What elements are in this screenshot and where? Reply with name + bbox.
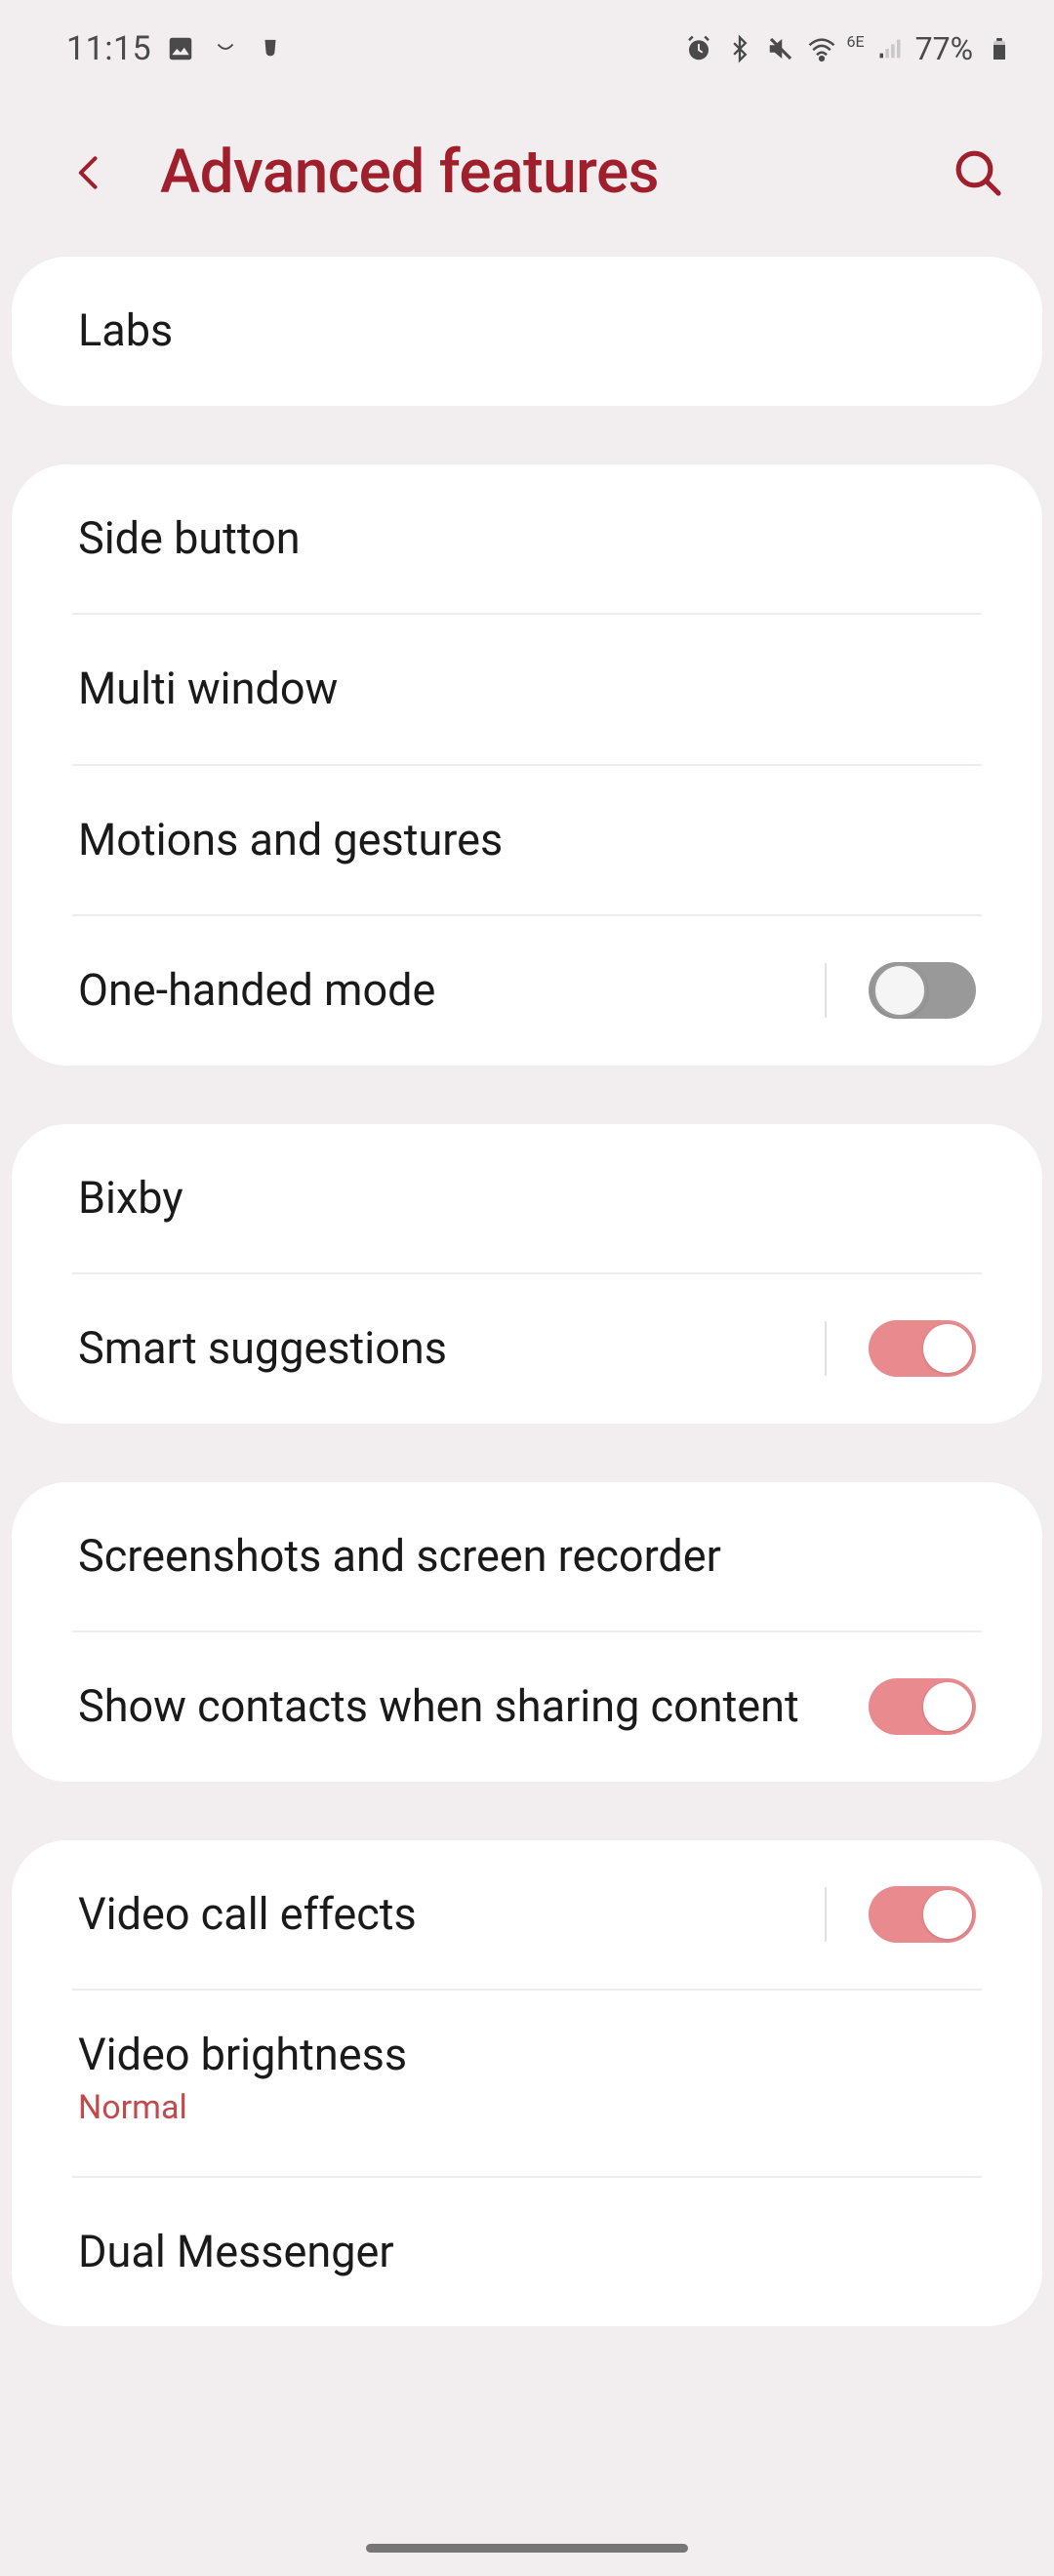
item-bixby[interactable]: Bixby [12,1124,1042,1273]
item-motions-gestures[interactable]: Motions and gestures [12,766,1042,915]
toggle-knob [923,1324,972,1373]
wifi-band-label: 6E [847,32,865,51]
item-label: Labs [78,302,173,360]
toggle-knob [923,1682,972,1731]
wifi-icon [806,33,837,64]
item-label: Screenshots and screen recorder [78,1528,721,1586]
mute-icon [765,33,796,64]
settings-group: Bixby Smart suggestions [12,1124,1042,1424]
item-video-call-effects[interactable]: Video call effects [12,1840,1042,1990]
glass-icon [255,33,286,64]
page-title: Advanced features [160,137,912,208]
item-one-handed-mode[interactable]: One-handed mode [12,916,1042,1066]
settings-group: Labs [12,257,1042,406]
settings-group: Screenshots and screen recorder Show con… [12,1482,1042,1782]
status-bar: 11:15 6E 77% [0,0,1054,98]
header: Advanced features [0,98,1054,257]
toggle-smart-suggestions[interactable] [869,1320,976,1377]
item-label: Motions and gestures [78,812,503,869]
item-label: Multi window [78,661,338,718]
item-side-button[interactable]: Side button [12,464,1042,614]
item-text: Video brightness Normal [78,2027,976,2127]
item-label: Video brightness [78,2027,947,2084]
toggle-container [869,1678,976,1735]
toggle-video-call-effects[interactable] [869,1886,976,1943]
settings-group: Side button Multi window Motions and ges… [12,464,1042,1066]
status-time: 11:15 [66,29,151,68]
item-label: Bixby [78,1170,183,1228]
item-show-contacts[interactable]: Show contacts when sharing content [12,1632,1042,1782]
item-text: Show contacts when sharing content [78,1678,869,1736]
toggle-divider [825,963,827,1018]
settings-group: Video call effects Video brightness Norm… [12,1840,1042,2327]
item-label: Video call effects [78,1886,417,1944]
item-sublabel: Normal [78,2088,947,2127]
alarm-icon [683,33,714,64]
toggle-divider [825,1321,827,1376]
item-label: Show contacts when sharing content [78,1678,839,1736]
toggle-container [825,962,976,1019]
smile-icon [210,33,241,64]
search-icon[interactable] [951,145,1005,200]
signal-icon [874,33,906,64]
toggle-divider [825,1887,827,1942]
battery-percent: 77% [915,30,973,67]
back-icon[interactable] [68,151,111,194]
item-label: One-handed mode [78,962,435,1020]
bluetooth-icon [724,33,755,64]
status-left: 11:15 [66,29,286,68]
toggle-knob [872,963,927,1018]
item-dual-messenger[interactable]: Dual Messenger [12,2178,1042,2327]
toggle-knob [923,1890,972,1939]
toggle-container [825,1320,976,1377]
battery-icon [984,33,1015,64]
status-right: 6E 77% [683,30,1016,67]
toggle-container [825,1886,976,1943]
item-label: Dual Messenger [78,2224,394,2281]
content: Labs Side button Multi window Motions an… [0,257,1054,2326]
image-icon [165,33,196,64]
item-smart-suggestions[interactable]: Smart suggestions [12,1274,1042,1424]
item-video-brightness[interactable]: Video brightness Normal [12,1991,1042,2176]
item-labs[interactable]: Labs [12,257,1042,406]
item-screenshots[interactable]: Screenshots and screen recorder [12,1482,1042,1631]
item-label: Side button [78,510,301,568]
toggle-one-handed[interactable] [869,962,976,1019]
item-multi-window[interactable]: Multi window [12,615,1042,764]
toggle-show-contacts[interactable] [869,1678,976,1735]
gesture-bar[interactable] [366,2544,688,2553]
item-label: Smart suggestions [78,1320,447,1378]
